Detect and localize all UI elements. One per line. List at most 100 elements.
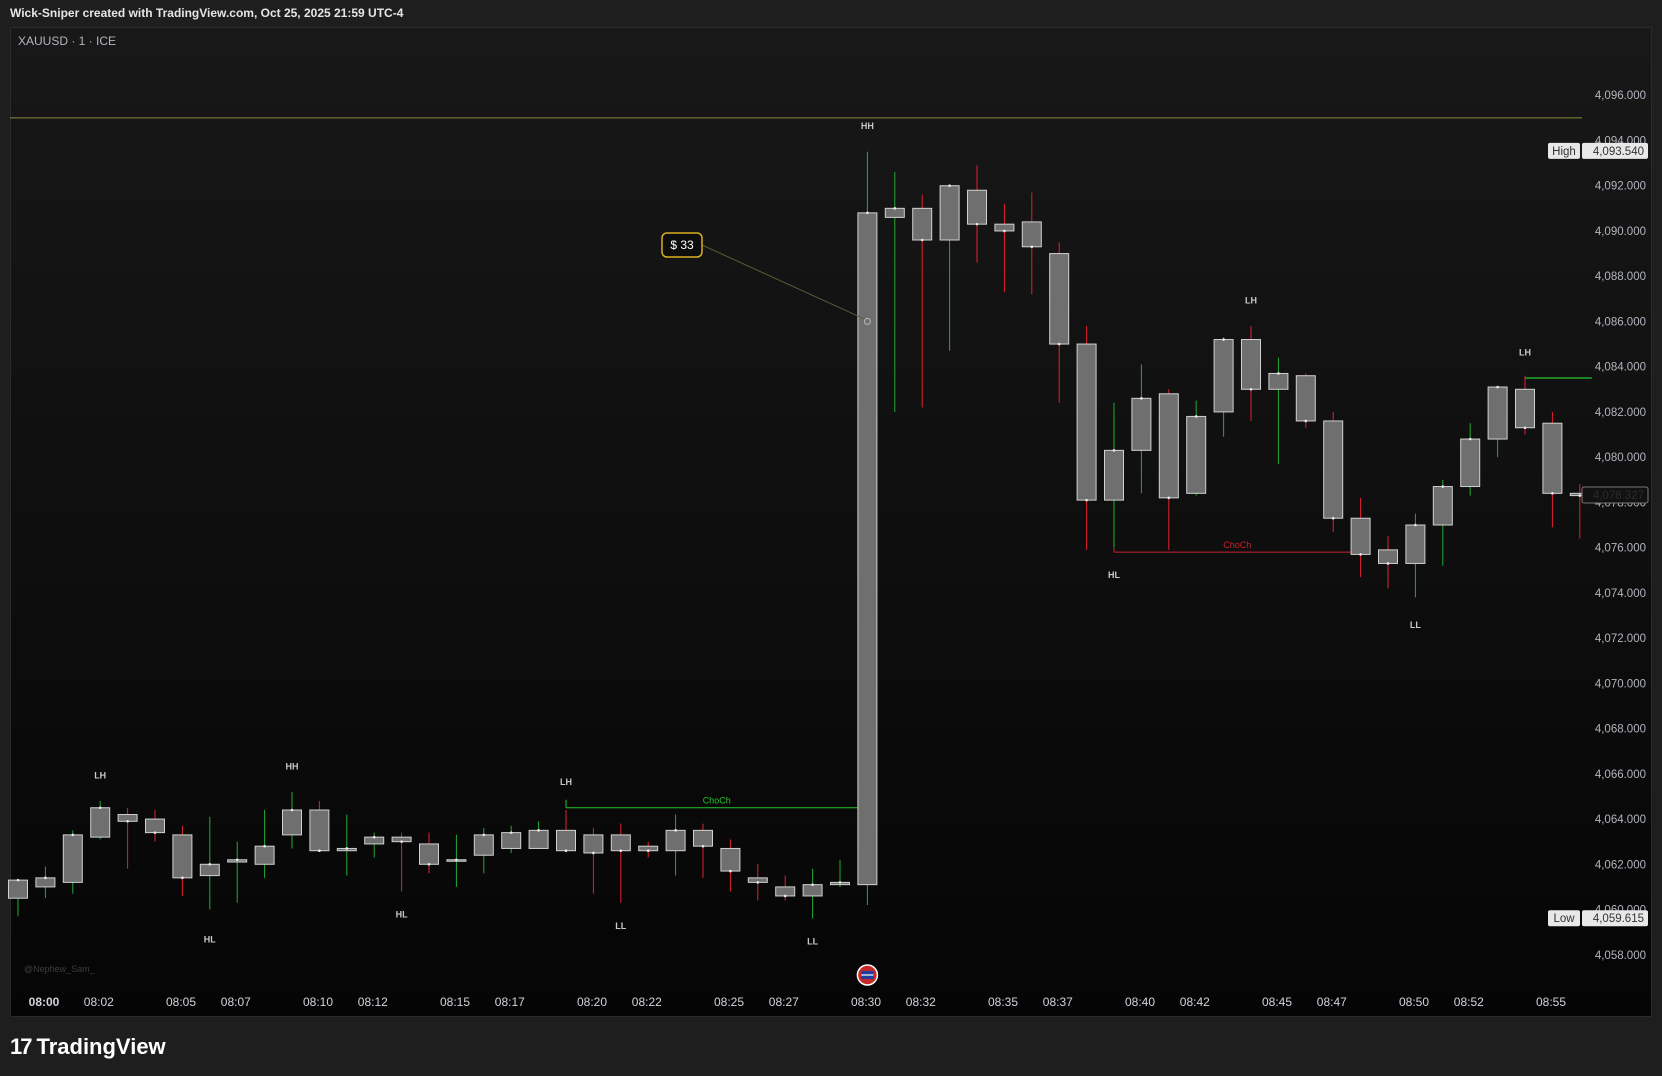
candle-body[interactable]	[1131, 397, 1152, 451]
last-price-value: 4,078.327	[1593, 490, 1644, 502]
candle-close-dot	[975, 222, 979, 226]
candle-body[interactable]	[1104, 449, 1124, 501]
candle-close-dot	[318, 849, 321, 853]
candle-close-dot	[1414, 523, 1417, 527]
candle-body[interactable]	[912, 207, 933, 241]
candle-body[interactable]	[720, 847, 741, 872]
candle-body[interactable]	[90, 807, 111, 838]
candle-body[interactable]	[1021, 221, 1042, 248]
candle-body[interactable]	[1323, 420, 1344, 519]
candle-close-dot	[71, 833, 75, 837]
candle-close-dot	[1496, 385, 1499, 389]
y-tick-label: 4,090.000	[1595, 226, 1646, 238]
candle-close-dot	[455, 858, 458, 862]
candle-body[interactable]	[1268, 372, 1289, 390]
candle-body[interactable]	[693, 829, 713, 847]
candle-body[interactable]	[1405, 524, 1426, 564]
candle-body[interactable]	[802, 884, 823, 897]
candle-close-dot	[153, 831, 157, 834]
candle-body[interactable]	[199, 863, 220, 877]
candle-body[interactable]	[665, 829, 686, 852]
low-tag: Low	[1553, 913, 1575, 925]
x-tick-label: 08:10	[303, 995, 333, 1009]
x-tick-label: 08:52	[1454, 995, 1484, 1009]
candle-close-dot	[1112, 449, 1116, 452]
y-tick-label: 4,084.000	[1595, 362, 1646, 374]
x-tick-label: 08:27	[769, 995, 799, 1009]
candle-body[interactable]	[1241, 339, 1261, 390]
candle-close-dot	[181, 876, 184, 880]
candle-close-dot	[1222, 338, 1225, 341]
candle-body[interactable]	[610, 834, 631, 852]
candle-body[interactable]	[254, 845, 275, 865]
candle-close-dot	[756, 881, 760, 884]
swing-label: LH	[94, 770, 106, 780]
candle-body[interactable]	[473, 834, 494, 856]
candle-body[interactable]	[1378, 549, 1398, 564]
candle-close-dot	[893, 207, 897, 210]
swing-label: LL	[1410, 620, 1421, 630]
candle-body[interactable]	[967, 189, 987, 225]
candle-close-dot	[98, 806, 102, 810]
candle-body[interactable]	[419, 843, 439, 865]
candle-body[interactable]	[857, 212, 878, 886]
candle-body[interactable]	[309, 809, 330, 852]
candle-body[interactable]	[172, 834, 193, 879]
price-chart[interactable]: ChoChChoCh LHHLHHHLLHLLLLHHHLLHLLLH$ 33 …	[0, 0, 1662, 1076]
swing-label: LH	[560, 777, 572, 787]
low-value: 4,059.615	[1593, 913, 1644, 925]
y-tick-label: 4,082.000	[1595, 407, 1646, 419]
candle-body[interactable]	[939, 185, 960, 241]
candle-body[interactable]	[1350, 517, 1371, 555]
candle-body[interactable]	[775, 886, 796, 897]
candle-body[interactable]	[528, 829, 549, 849]
candle-close-dot	[208, 862, 212, 866]
candle-body[interactable]	[583, 834, 604, 854]
candle-body[interactable]	[8, 879, 28, 899]
candle-close-dot	[1551, 492, 1554, 495]
candle-close-dot	[811, 883, 814, 886]
candle-close-dot	[263, 844, 266, 848]
candle-close-dot	[1304, 419, 1308, 423]
candle-close-dot	[1194, 415, 1198, 418]
candle-close-dot	[1140, 397, 1143, 400]
candle-body[interactable]	[1460, 438, 1481, 488]
high-tag: High	[1552, 146, 1576, 158]
candle-body[interactable]	[1487, 386, 1508, 440]
candle-body[interactable]	[282, 809, 302, 836]
candle-close-dot	[537, 829, 540, 832]
candle-close-dot	[235, 858, 239, 862]
swing-label: HL	[396, 910, 408, 920]
candle-body[interactable]	[1542, 422, 1563, 494]
candle-body[interactable]	[884, 207, 905, 218]
y-tick-label: 4,074.000	[1595, 588, 1646, 600]
swing-label: HL	[1108, 570, 1120, 580]
x-tick-label: 08:40	[1125, 995, 1155, 1009]
y-tick-label: 4,068.000	[1595, 724, 1646, 736]
candle-body[interactable]	[35, 877, 56, 888]
candle-body[interactable]	[556, 829, 576, 852]
candle-body[interactable]	[1076, 343, 1097, 501]
candle-close-dot	[1331, 516, 1335, 520]
x-tick-label: 08:22	[632, 995, 662, 1009]
candle-body[interactable]	[1158, 393, 1179, 499]
candle-body[interactable]	[501, 832, 522, 849]
candle-close-dot	[1523, 426, 1527, 430]
x-tick-label: 08:05	[166, 995, 196, 1009]
y-tick-label: 4,070.000	[1595, 678, 1646, 690]
candle-close-dot	[1085, 498, 1088, 502]
candle-body[interactable]	[1186, 415, 1207, 494]
candle-body[interactable]	[1515, 388, 1535, 429]
candle-close-dot	[509, 831, 513, 834]
candle-body[interactable]	[1432, 486, 1453, 526]
candle-body[interactable]	[145, 818, 165, 834]
callout-leader	[701, 244, 866, 320]
candle-body[interactable]	[62, 834, 83, 883]
candle-body[interactable]	[1295, 375, 1316, 422]
candle-body[interactable]	[1213, 339, 1234, 413]
candle-body[interactable]	[1049, 253, 1070, 345]
candle-close-dot	[646, 849, 650, 853]
candle-close-dot	[729, 869, 732, 873]
callout-label: $ 33	[670, 238, 694, 252]
x-tick-label: 08:42	[1180, 995, 1210, 1009]
